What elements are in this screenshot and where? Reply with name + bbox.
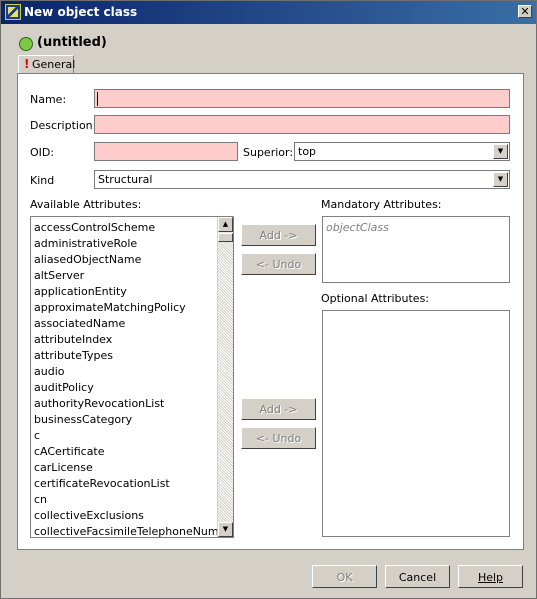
name-field[interactable]: [94, 89, 510, 108]
list-item[interactable]: certificateRevocationList: [34, 477, 170, 490]
list-item[interactable]: attributeTypes: [34, 349, 113, 362]
superior-label: Superior:: [243, 146, 294, 159]
list-item[interactable]: approximateMatchingPolicy: [34, 301, 186, 314]
add-optional-button[interactable]: Add ->: [241, 398, 316, 420]
superior-value: top: [298, 145, 317, 158]
available-attributes-label: Available Attributes:: [30, 198, 142, 211]
title-bar[interactable]: New object class ✕: [1, 1, 536, 24]
dialog-window: New object class ✕ (untitled) ! General …: [0, 0, 537, 599]
kind-value: Structural: [98, 173, 153, 186]
oid-field[interactable]: [94, 142, 238, 161]
description-label: Description:: [30, 119, 97, 132]
warning-icon: !: [24, 57, 30, 71]
help-button[interactable]: Help: [458, 565, 523, 588]
list-item[interactable]: aliasedObjectName: [34, 253, 141, 266]
scroll-thumb[interactable]: [218, 233, 233, 242]
optional-attributes-list[interactable]: [322, 310, 510, 537]
status-indicator-icon: [19, 37, 33, 51]
list-item[interactable]: altServer: [34, 269, 84, 282]
undo-mandatory-button[interactable]: <- Undo: [241, 253, 316, 275]
list-item[interactable]: authorityRevocationList: [34, 397, 164, 410]
text-caret: [97, 92, 98, 106]
list-item[interactable]: associatedName: [34, 317, 125, 330]
kind-label: Kind: [30, 174, 55, 187]
close-button[interactable]: ✕: [518, 5, 532, 18]
list-item[interactable]: c: [34, 429, 40, 442]
description-field[interactable]: [94, 115, 510, 134]
oid-label: OID:: [30, 146, 55, 159]
name-label: Name:: [30, 93, 67, 106]
list-item[interactable]: applicationEntity: [34, 285, 127, 298]
general-panel: Name: Description: OID: Superior: top ▼ …: [17, 73, 524, 550]
vertical-scrollbar[interactable]: ▲ ▼: [217, 217, 233, 537]
list-item[interactable]: cACertificate: [34, 445, 105, 458]
list-item[interactable]: carLicense: [34, 461, 93, 474]
chevron-down-icon[interactable]: ▼: [493, 144, 508, 159]
close-icon: ✕: [520, 5, 530, 18]
list-item[interactable]: businessCategory: [34, 413, 132, 426]
list-item[interactable]: collectiveExclusions: [34, 509, 144, 522]
list-item[interactable]: cn: [34, 493, 47, 506]
superior-select[interactable]: top ▼: [294, 142, 510, 161]
mandatory-attributes-label: Mandatory Attributes:: [321, 198, 442, 211]
mandatory-attributes-list[interactable]: objectClass: [322, 216, 510, 283]
object-heading: (untitled): [37, 35, 107, 50]
kind-select[interactable]: Structural ▼: [94, 170, 510, 189]
list-item[interactable]: auditPolicy: [34, 381, 94, 394]
add-mandatory-button[interactable]: Add ->: [241, 224, 316, 246]
app-icon: [5, 4, 21, 20]
list-item[interactable]: audio: [34, 365, 64, 378]
ok-button[interactable]: OK: [312, 565, 377, 588]
chevron-down-icon[interactable]: ▼: [493, 172, 508, 187]
list-item[interactable]: accessControlScheme: [34, 221, 155, 234]
undo-optional-button[interactable]: <- Undo: [241, 427, 316, 449]
scroll-down-icon[interactable]: ▼: [218, 522, 233, 537]
list-item[interactable]: collectiveFacsimileTelephoneNumber: [34, 525, 233, 537]
list-item[interactable]: attributeIndex: [34, 333, 112, 346]
available-attributes-list[interactable]: accessControlScheme administrativeRole a…: [30, 216, 234, 538]
cancel-button[interactable]: Cancel: [385, 565, 450, 588]
optional-attributes-label: Optional Attributes:: [321, 292, 430, 305]
list-item[interactable]: objectClass: [326, 221, 389, 234]
window-title: New object class: [24, 5, 138, 19]
scroll-up-icon[interactable]: ▲: [218, 217, 233, 232]
tab-general[interactable]: ! General: [18, 55, 76, 74]
tab-general-label: General: [32, 58, 76, 71]
list-item[interactable]: administrativeRole: [34, 237, 137, 250]
